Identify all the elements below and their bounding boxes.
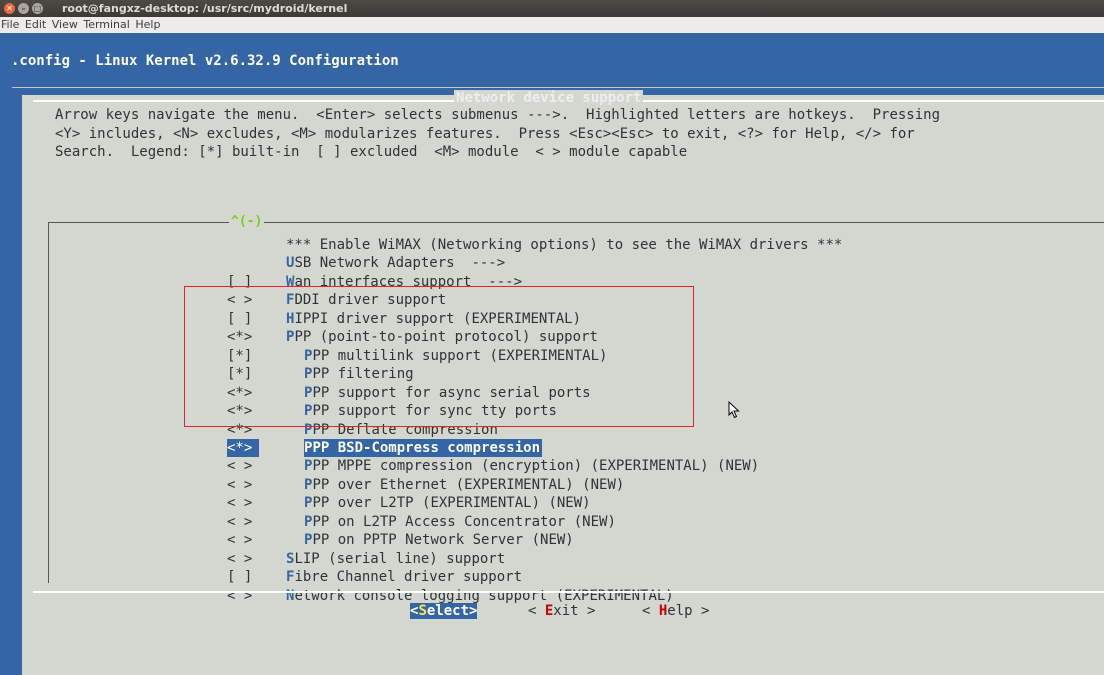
menu-item-label[interactable]: Network console logging support (EXPERIM… (286, 587, 674, 606)
help-line-1: Arrow keys navigate the menu. <Enter> se… (55, 107, 941, 123)
menu-item-state[interactable]: < > (227, 587, 267, 606)
select-button[interactable]: <Select> (410, 603, 478, 619)
menu-item-state[interactable]: < > (227, 531, 267, 550)
close-icon[interactable]: ✕ (4, 3, 15, 14)
help-line-2: <Y> includes, <N> excludes, <M> modulari… (55, 125, 915, 142)
maximize-icon[interactable]: □ (32, 3, 43, 14)
minimize-icon[interactable]: – (18, 3, 29, 14)
menu-edit[interactable]: Edit (24, 17, 47, 31)
menu-item-label[interactable]: USB Network Adapters ---> (286, 254, 505, 273)
config-header: .config - Linux Kernel v2.6.32.9 Configu… (11, 53, 399, 69)
header-divider (12, 87, 1104, 88)
menu-item[interactable]: < > PPP MPPE compression (encryption) (EX… (49, 457, 759, 476)
menu-item-state[interactable]: [ ] (227, 568, 267, 587)
menu-item[interactable]: < > PPP over L2TP (EXPERIMENTAL) (NEW) (49, 494, 649, 512)
menu-item-state[interactable]: <*> (227, 438, 259, 458)
menu-item-text: ibre Channel driver support (294, 569, 523, 586)
menu-view[interactable]: View (51, 17, 79, 31)
window-titlebar: ✕ – □ root@fangxz-desktop: /usr/src/mydr… (0, 0, 1104, 17)
help-button-pre: < (642, 603, 659, 619)
button-divider (33, 591, 1104, 593)
menu-item-label[interactable]: *** Enable WiMAX (Networking options) to… (286, 236, 842, 255)
menu-item-state[interactable]: < > (227, 494, 267, 513)
menu-item-text: PP over Ethernet (EXPERIMENTAL) (NEW) (312, 476, 625, 493)
scroll-up-indicator: ^(-) (229, 214, 265, 229)
menu-item-text: etwork console logging support (EXPERIME… (294, 587, 674, 604)
select-button-hotkey: S (418, 603, 427, 619)
menu-item-label[interactable]: PPP MPPE compression (encryption) (EXPER… (304, 457, 759, 476)
menu-item[interactable]: < > SLIP (serial line) support (49, 550, 649, 568)
menubar: File Edit View Terminal Help (0, 17, 1104, 33)
menu-item-label[interactable]: Fibre Channel driver support (286, 568, 522, 587)
menu-help[interactable]: Help (134, 17, 161, 31)
menu-item-label[interactable]: PPP BSD-Compress compression (304, 438, 543, 458)
menu-item-state[interactable]: < > (227, 513, 267, 532)
menu-terminal[interactable]: Terminal (82, 17, 131, 31)
menu-item-state[interactable]: < > (227, 476, 267, 495)
exit-button-post: xit > (553, 603, 596, 619)
menu-item-text: PP on L2TP Access Concentrator (NEW) (312, 513, 616, 530)
menu-item[interactable]: [ ] Fibre Channel driver support (49, 568, 649, 586)
menu-item-text: PP over L2TP (EXPERIMENTAL) (NEW) (312, 495, 591, 512)
help-button[interactable]: < Help > (642, 603, 709, 619)
dialog-title: Network device support (454, 90, 644, 106)
help-line-3: Search. Legend: [*] built-in [ ] exclude… (55, 144, 688, 160)
help-button-post: elp > (667, 603, 710, 619)
annotation-highlight-box (184, 286, 694, 427)
menu-item-text: PP BSD-Compress compression (312, 439, 541, 456)
exit-button-pre: < (528, 603, 545, 619)
menu-item[interactable]: < > PPP on PPTP Network Server (NEW) (49, 531, 649, 549)
menu-item-text: SB Network Adapters ---> (294, 255, 506, 272)
menu-item[interactable]: < > PPP on L2TP Access Concentrator (NEW) (49, 513, 649, 531)
menu-item-label[interactable]: PPP over Ethernet (EXPERIMENTAL) (NEW) (304, 476, 624, 495)
window-controls: ✕ – □ (4, 3, 43, 14)
menu-item-text: *** Enable WiMAX (Networking options) to… (286, 237, 843, 253)
menu-item[interactable]: < > Network console logging support (EXPE… (49, 587, 674, 606)
menu-item[interactable]: < > PPP over Ethernet (EXPERIMENTAL) (NEW… (49, 476, 649, 494)
menu-item[interactable]: USB Network Adapters ---> (49, 254, 649, 272)
menu-item-text: PP MPPE compression (encryption) (EXPERI… (312, 458, 760, 475)
menu-file[interactable]: File (0, 17, 20, 31)
menu-item[interactable]: <*> PPP BSD-Compress compression (49, 438, 649, 458)
menu-item-label[interactable]: PPP over L2TP (EXPERIMENTAL) (NEW) (304, 494, 591, 513)
help-text: Arrow keys navigate the menu. <Enter> se… (55, 106, 940, 162)
mouse-pointer-icon (728, 401, 740, 419)
menu-item-label[interactable]: PPP on PPTP Network Server (NEW) (304, 531, 574, 550)
menu-item-label[interactable]: SLIP (serial line) support (286, 550, 505, 569)
menu-item-text: PP on PPTP Network Server (NEW) (312, 532, 574, 549)
window-title: root@fangxz-desktop: /usr/src/mydroid/ke… (62, 2, 348, 15)
exit-button[interactable]: < Exit > (528, 603, 595, 619)
select-button-post: elect> (426, 603, 478, 619)
menu-item[interactable]: *** Enable WiMAX (Networking options) to… (49, 236, 842, 254)
menu-item-state[interactable]: < > (227, 457, 267, 476)
menu-item-text: LIP (serial line) support (294, 550, 506, 567)
menu-item-state[interactable]: < > (227, 550, 267, 569)
menu-item-label[interactable]: PPP on L2TP Access Concentrator (NEW) (304, 513, 616, 532)
